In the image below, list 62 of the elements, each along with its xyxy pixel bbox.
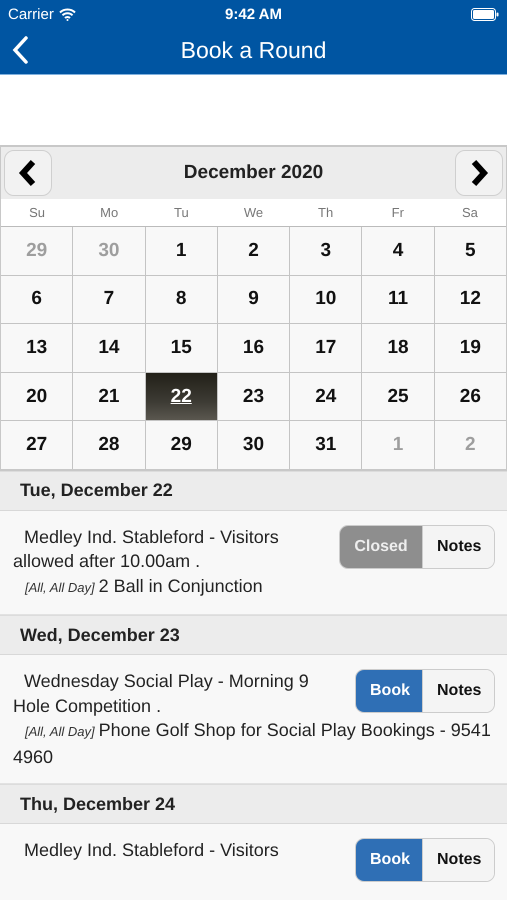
event-title: Medley Ind. Stableford - Visitors allowed after 10.00am .: [13, 526, 279, 572]
weekday-label: Sa: [460, 205, 479, 220]
calendar-day[interactable]: 1: [146, 227, 217, 275]
calendar-day[interactable]: 31: [290, 421, 362, 469]
weekday-label: Th: [317, 205, 334, 220]
calendar-day[interactable]: 14: [73, 324, 145, 372]
calendar-day[interactable]: 21: [73, 372, 145, 420]
calendar-day[interactable]: 23: [218, 372, 290, 420]
month-title: December 2020: [184, 162, 324, 184]
calendar-day[interactable]: 8: [146, 276, 217, 324]
event-note: [All, All Day] 2 Ball in Conjunction: [24, 574, 264, 598]
calendar-day[interactable]: 22: [146, 372, 217, 420]
calendar-day[interactable]: 29: [146, 421, 217, 469]
date-header: Thu, December 24: [0, 784, 507, 824]
previous-month-button[interactable]: [4, 150, 52, 196]
calendar-day[interactable]: 12: [434, 276, 506, 324]
event-note: [All, All Day] Phone Golf Shop for Social Play Bookings - 9541 4960: [13, 719, 492, 769]
notes-button[interactable]: Notes: [422, 839, 494, 882]
calendar-day[interactable]: 25: [362, 372, 434, 420]
calendar-day[interactable]: 9: [218, 276, 290, 324]
screen-title: Book a Round: [180, 36, 326, 64]
calendar-day[interactable]: 6: [1, 276, 72, 324]
wifi-icon: [58, 8, 76, 20]
clock-time: 9:42 AM: [225, 6, 282, 22]
calendar-day[interactable]: 10: [290, 276, 362, 324]
weekday-label: Tu: [173, 205, 190, 220]
back-icon[interactable]: [10, 35, 30, 65]
event-title: Wednesday Social Play - Morning 9 Hole Competition .: [13, 671, 309, 716]
calendar-day[interactable]: 18: [362, 324, 434, 372]
calendar-day[interactable]: 2: [218, 227, 290, 275]
calendar-day[interactable]: 3: [290, 227, 362, 275]
date-header: Tue, December 22: [0, 470, 507, 511]
carrier-label: Carrier: [8, 6, 54, 22]
book-button[interactable]: Book: [356, 839, 422, 882]
weekday-label: Su: [28, 205, 46, 220]
calendar-day[interactable]: 16: [218, 324, 290, 372]
next-month-button[interactable]: [455, 150, 503, 196]
event-title: Medley Ind. Stableford - Visitors: [23, 840, 279, 860]
chevron-left-icon: [18, 159, 38, 187]
calendar-day[interactable]: 26: [434, 372, 506, 420]
weekday-label: Fr: [390, 205, 405, 220]
book-button[interactable]: Book: [356, 670, 422, 712]
calendar-day[interactable]: 11: [362, 276, 434, 324]
date-header: Wed, December 23: [0, 615, 507, 656]
calendar-day[interactable]: 24: [290, 372, 362, 420]
calendar-day[interactable]: 28: [73, 421, 145, 469]
weekday-label: We: [242, 205, 264, 220]
calendar-day[interactable]: 30: [218, 421, 290, 469]
calendar-day[interactable]: 27: [1, 421, 72, 469]
calendar-day[interactable]: 13: [1, 324, 72, 372]
notes-button[interactable]: Notes: [422, 670, 494, 712]
calendar-day[interactable]: 15: [146, 324, 217, 372]
calendar-day[interactable]: 19: [434, 324, 506, 372]
calendar-day[interactable]: 7: [73, 276, 145, 324]
calendar-day[interactable]: 20: [1, 372, 72, 420]
weekday-label: Mo: [99, 205, 120, 220]
calendar-day[interactable]: 5: [434, 227, 506, 275]
chevron-right-icon: [469, 159, 489, 187]
calendar-day[interactable]: 17: [290, 324, 362, 372]
notes-button[interactable]: Notes: [422, 526, 494, 568]
calendar-day[interactable]: 4: [362, 227, 434, 275]
battery-icon: [471, 8, 499, 20]
